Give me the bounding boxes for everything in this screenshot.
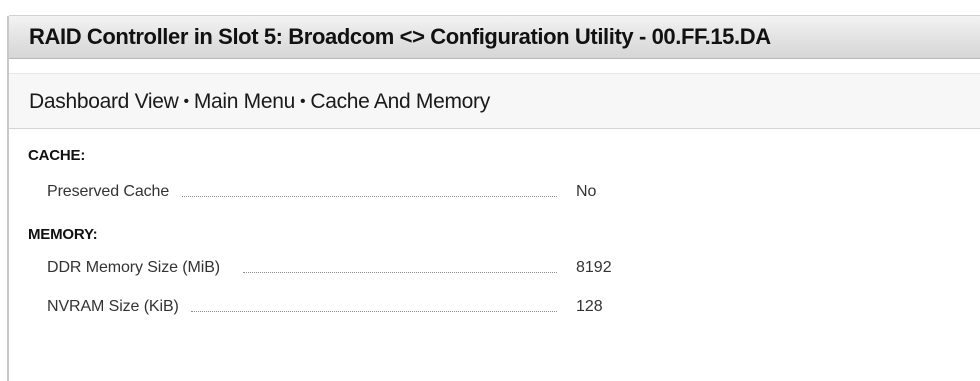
dotted-leader [191, 311, 557, 312]
breadcrumb-separator: • [300, 93, 306, 110]
field-label-preserved-cache: Preserved Cache [47, 183, 170, 200]
form-content: CACHE: Preserved Cache No MEMORY: DDR Me… [9, 130, 980, 381]
field-label-ddr-memory-size: DDR Memory Size (MiB) [47, 259, 221, 276]
dotted-leader [243, 272, 557, 273]
field-row-ddr-memory-size[interactable]: DDR Memory Size (MiB) 8192 [47, 259, 687, 283]
field-value-ddr-memory-size: 8192 [576, 259, 612, 276]
title-bar: RAID Controller in Slot 5: Broadcom <> C… [9, 15, 980, 59]
breadcrumb-item-dashboard-view[interactable]: Dashboard View [29, 90, 179, 113]
breadcrumb-item-cache-and-memory: Cache And Memory [310, 90, 490, 113]
breadcrumb-bar: Dashboard View • Main Menu • Cache And Memor… [9, 73, 980, 129]
field-row-preserved-cache[interactable]: Preserved Cache No [47, 183, 687, 207]
window-title: RAID Controller in Slot 5: Broadcom <> C… [29, 24, 771, 49]
section-header-cache: CACHE: [28, 147, 86, 164]
field-label-nvram-size: NVRAM Size (KiB) [47, 298, 179, 315]
field-value-preserved-cache: No [576, 183, 597, 200]
configuration-utility-window: RAID Controller in Slot 5: Broadcom <> C… [0, 0, 980, 381]
dotted-leader [182, 196, 557, 197]
breadcrumb-item-main-menu[interactable]: Main Menu [194, 90, 295, 113]
section-header-memory: MEMORY: [28, 226, 98, 243]
field-row-nvram-size[interactable]: NVRAM Size (KiB) 128 [47, 298, 687, 322]
field-value-nvram-size: 128 [576, 298, 603, 315]
breadcrumb: Dashboard View • Main Menu • Cache And Memor… [29, 90, 490, 114]
breadcrumb-separator: • [183, 93, 190, 110]
title-spacer [9, 59, 980, 73]
